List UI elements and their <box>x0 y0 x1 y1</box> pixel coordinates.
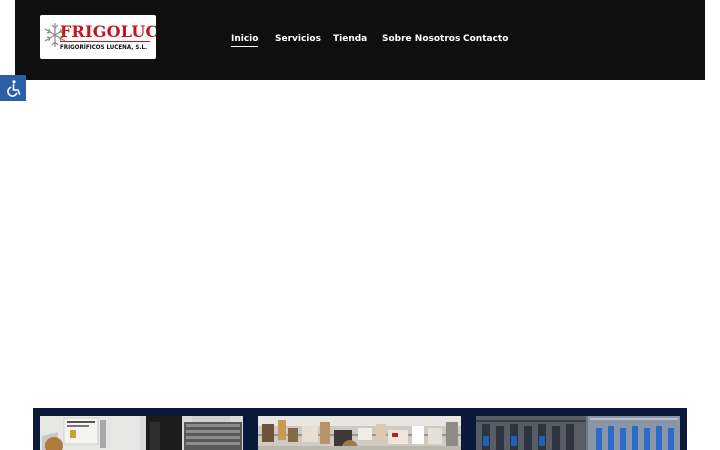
nav-item-servicios[interactable]: Servicios <box>275 33 321 45</box>
tools-display-image[interactable] <box>476 416 680 450</box>
store-shelves-image[interactable] <box>258 416 461 450</box>
logo-title: FRIGOLUC <box>60 22 156 41</box>
accessibility-icon <box>7 80 21 97</box>
site-header: FRIGOLUC FRIGORÍFICOS LUCENA, S.L. Inici… <box>15 0 705 80</box>
store-counter-image[interactable] <box>40 416 243 450</box>
accessibility-button[interactable] <box>0 75 26 101</box>
gallery-strip <box>33 408 687 450</box>
nav-item-tienda[interactable]: Tienda <box>333 33 367 45</box>
logo-divider <box>60 41 150 42</box>
nav-item-sobre-nosotros[interactable]: Sobre Nosotros <box>382 33 460 45</box>
logo-subtitle: FRIGORÍFICOS LUCENA, S.L. <box>60 44 148 51</box>
nav-item-inicio[interactable]: Inicio <box>231 33 259 47</box>
nav-item-contacto[interactable]: Contacto <box>463 33 508 45</box>
frigoluc-logo[interactable]: FRIGOLUC FRIGORÍFICOS LUCENA, S.L. <box>40 15 156 59</box>
